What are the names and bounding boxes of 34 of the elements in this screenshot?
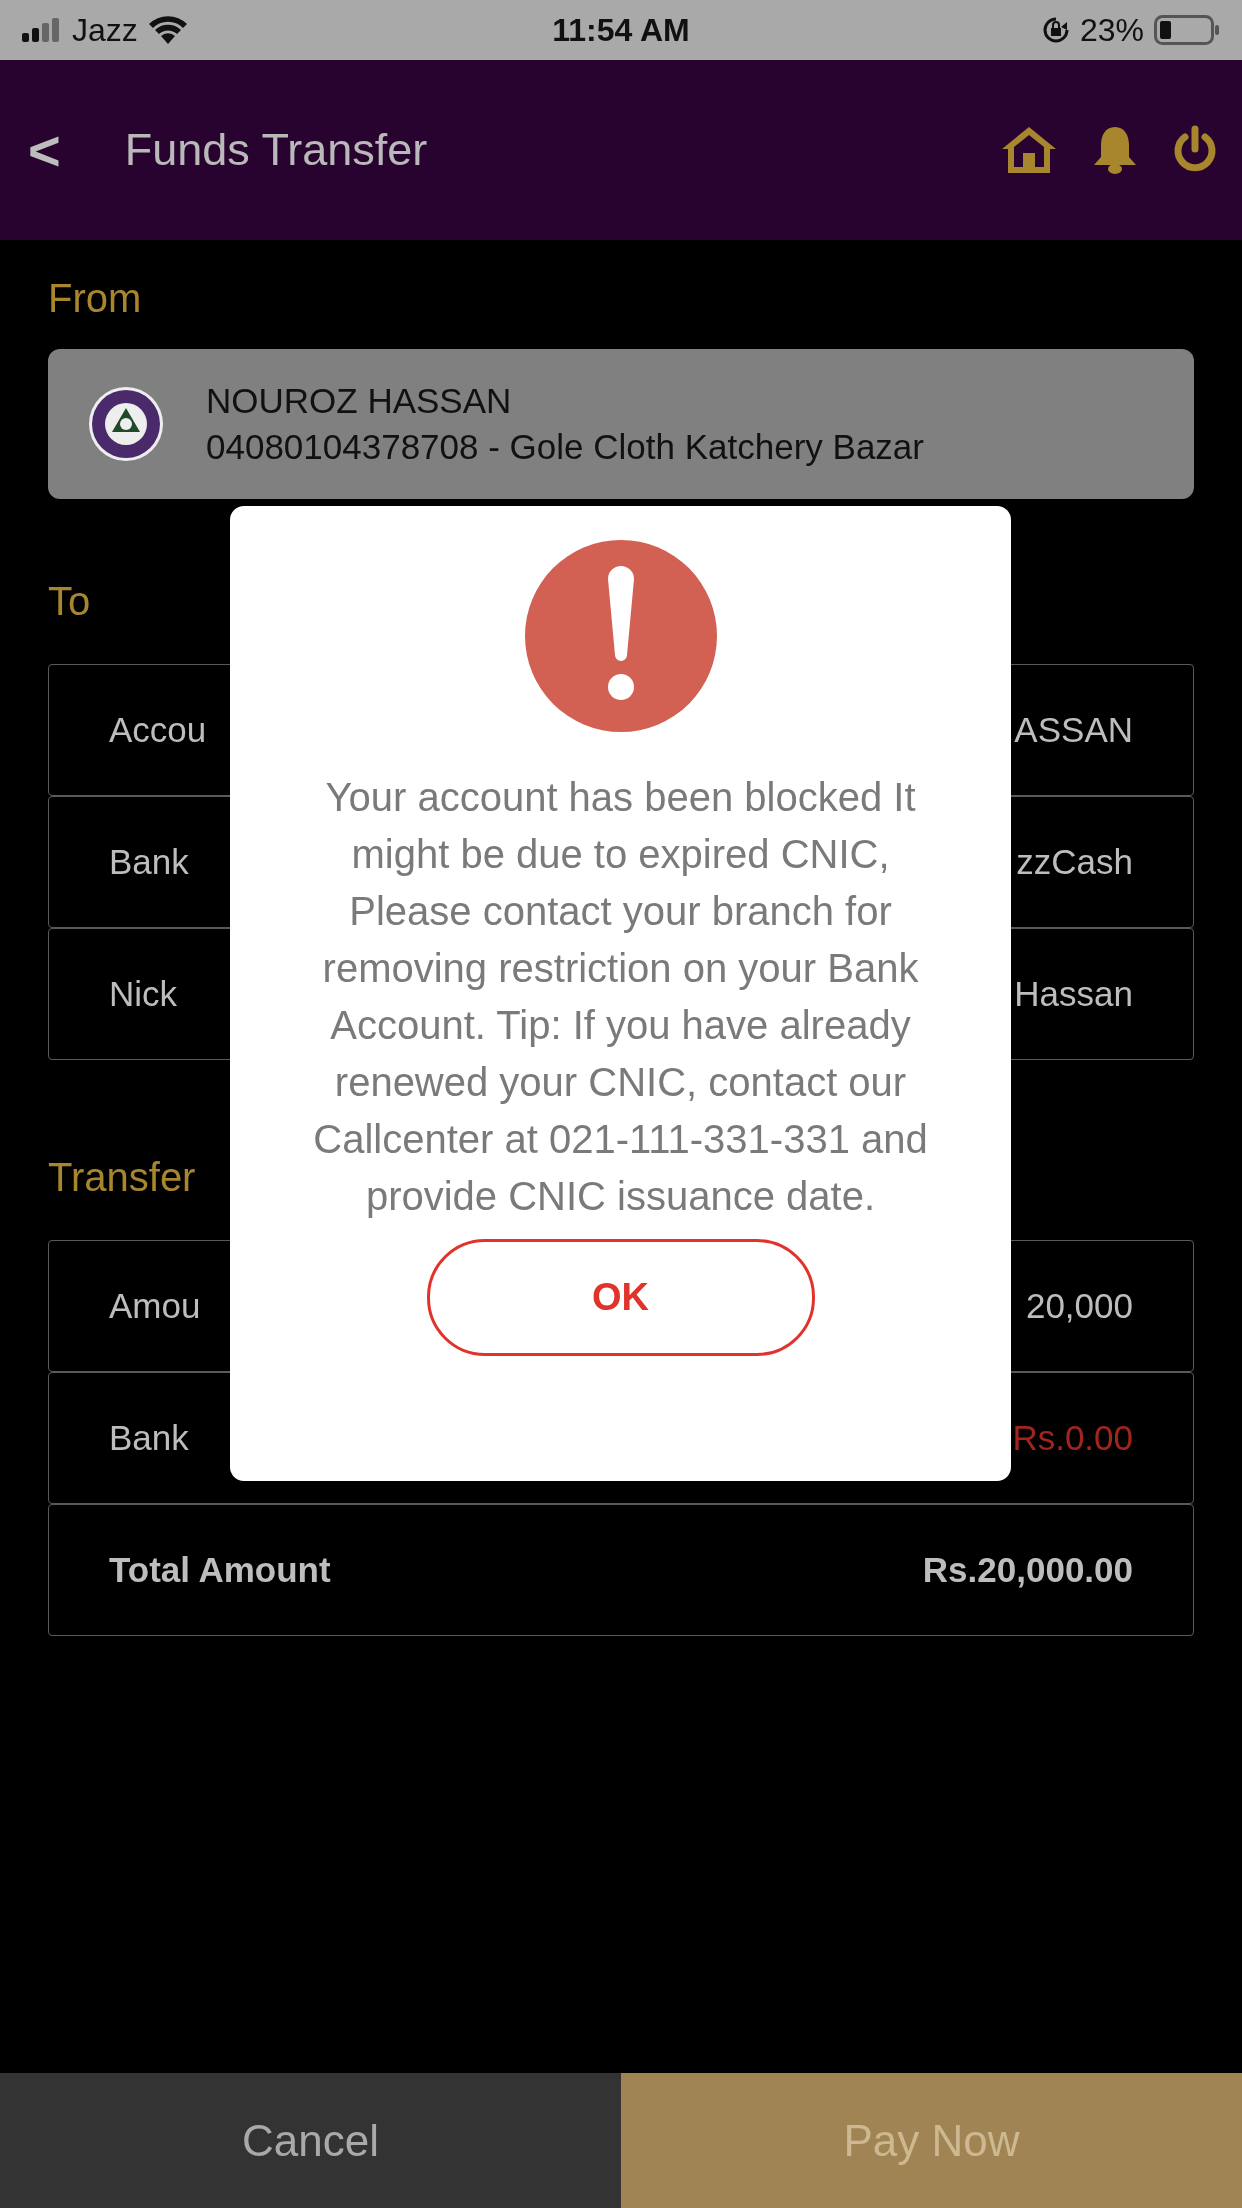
account-detail: 04080104378708 - Gole Cloth Katchery Bazar xyxy=(206,427,924,467)
battery-icon xyxy=(1154,15,1220,45)
exclamation-icon xyxy=(523,539,718,733)
home-icon[interactable] xyxy=(1000,125,1058,175)
signal-icon xyxy=(22,18,62,42)
row-label: Amou xyxy=(109,1286,201,1326)
back-button[interactable]: < xyxy=(14,117,75,183)
row-label: Bank xyxy=(109,842,189,882)
rotation-lock-icon xyxy=(1041,16,1070,44)
section-label: To xyxy=(48,579,91,624)
row-label: Total Amount xyxy=(109,1550,331,1590)
section-label: Transfer xyxy=(48,1155,196,1200)
row-value: zzCash xyxy=(1016,842,1133,882)
battery-percent: 23% xyxy=(1079,11,1144,49)
section-label: From xyxy=(48,276,142,321)
row-value: ASSAN xyxy=(1014,710,1133,750)
row-value: Rs.20,000.00 xyxy=(922,1550,1133,1590)
alert-message: Your account has been blocked It might be due to expired CNIC, Please contact your branch for removing restriction on your Bank Account. Tip: If you have already renewed your CNIC, contact our Callcenter at 021-111-331-331 and provide CNIC issuance date. xyxy=(312,774,929,1220)
row-value: 20,000 xyxy=(1025,1286,1133,1326)
account-card[interactable]: NOUROZ HASSAN 04080104378708 - Gole Cloth Katchery Bazar xyxy=(48,349,1194,499)
page-title: Funds Transfer xyxy=(124,124,429,176)
row-label: Bank xyxy=(109,1418,189,1458)
cancel-button[interactable]: Cancel xyxy=(0,2073,621,2208)
row-label: Nick xyxy=(109,974,178,1014)
row-value: Hassan xyxy=(1014,974,1133,1014)
account-name: NOUROZ HASSAN xyxy=(206,381,513,421)
notification-bell-icon[interactable] xyxy=(1092,125,1138,175)
ok-button[interactable]: OK xyxy=(426,1239,815,1356)
wifi-icon xyxy=(147,15,188,45)
clock-time: 11:54 AM xyxy=(552,11,690,49)
row-label: Accou xyxy=(109,710,207,750)
carrier-name: Jazz xyxy=(72,11,138,49)
bank-logo-icon xyxy=(88,386,164,462)
row-value: Rs.0.00 xyxy=(1012,1418,1133,1458)
